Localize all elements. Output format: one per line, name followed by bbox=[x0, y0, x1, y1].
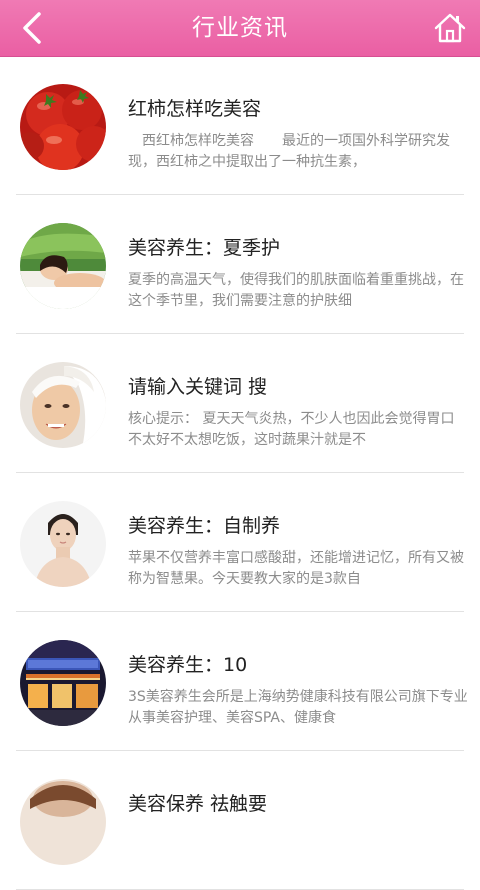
home-button[interactable] bbox=[430, 8, 470, 48]
article-title: 红柿怎样吃美容 bbox=[128, 98, 262, 120]
list-item[interactable]: 请输入关键词 搜 核心提示： 夏天天气炎热，不少人也因此会觉得胃口不太好不太想吃… bbox=[16, 334, 464, 473]
article-title: 美容养生：自制养 bbox=[128, 515, 281, 537]
article-title: 美容保养 祛触要 bbox=[128, 793, 268, 815]
list-item[interactable]: 美容养生：夏季护 夏季的高温天气，使得我们的肌肤面临着重重挑战，在这个季节里，我… bbox=[16, 195, 464, 334]
article-title: 美容养生：夏季护 bbox=[128, 237, 281, 259]
top-bar: 行业资讯 bbox=[0, 0, 480, 56]
list-item[interactable]: 美容保养 祛触要 bbox=[16, 751, 464, 890]
article-thumbnail bbox=[20, 640, 106, 726]
list-item[interactable]: 美容养生：自制养 苹果不仅营养丰富口感酸甜，还能增进记忆，所有又被称为智慧果。今… bbox=[16, 473, 464, 612]
article-summary: 西红柿怎样吃美容 最近的一项国外科学研究发现，西红柿之中提取出了一种抗生素， bbox=[128, 133, 450, 170]
page-title: 行业资讯 bbox=[192, 15, 288, 41]
article-summary: 核心提示： 夏天天气炎热，不少人也因此会觉得胃口不太好不太想吃饭，这时蔬果汁就是… bbox=[128, 411, 455, 448]
article-summary: 苹果不仅营养丰富口感酸甜，还能增进记忆，所有又被称为智慧果。今天要教大家的是3款… bbox=[128, 550, 464, 587]
article-thumbnail bbox=[20, 84, 106, 170]
article-summary: 夏季的高温天气，使得我们的肌肤面临着重重挑战，在这个季节里，我们需要注意的护肤细 bbox=[128, 272, 464, 309]
article-title: 请输入关键词 搜 bbox=[128, 376, 268, 398]
article-thumbnail bbox=[20, 779, 106, 865]
home-icon bbox=[434, 13, 466, 43]
article-thumbnail bbox=[20, 223, 106, 309]
article-summary bbox=[128, 826, 468, 868]
article-thumbnail bbox=[20, 362, 106, 448]
article-title: 美容养生：10 bbox=[128, 654, 248, 676]
list-item[interactable]: 红柿怎样吃美容 西红柿怎样吃美容 最近的一项国外科学研究发现，西红柿之中提取出了… bbox=[16, 56, 464, 195]
list-item[interactable]: 美容养生：10 3S美容养生会所是上海纳势健康科技有限公司旗下专业从事美容护理、… bbox=[16, 612, 468, 751]
article-thumbnail bbox=[20, 501, 106, 587]
article-list: 红柿怎样吃美容 西红柿怎样吃美容 最近的一项国外科学研究发现，西红柿之中提取出了… bbox=[0, 56, 480, 890]
article-summary: 3S美容养生会所是上海纳势健康科技有限公司旗下专业从事美容护理、美容SPA、健康… bbox=[128, 689, 468, 726]
